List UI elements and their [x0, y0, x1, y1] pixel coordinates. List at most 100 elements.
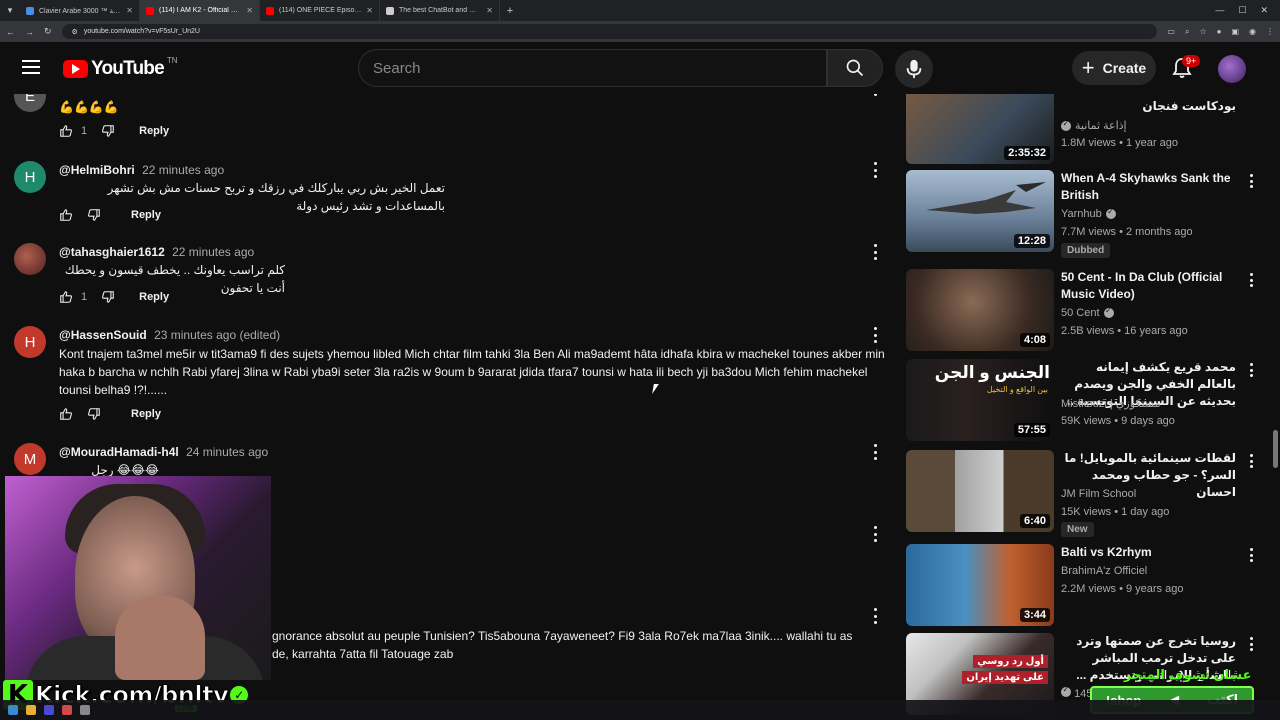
video-thumbnail[interactable]: الجنس و الجن بين الواقع و التخيل 57:55	[906, 359, 1054, 441]
comment-avatar[interactable]: E	[14, 94, 46, 112]
browser-tab-0[interactable]: Clavier Arabe 3000 ™ لوحة المفاتيح العرب…	[20, 0, 140, 21]
comment-more-icon[interactable]	[872, 608, 878, 624]
extensions-puzzle-icon[interactable]: ▣	[1231, 27, 1239, 37]
video-thumbnail[interactable]: 6:40	[906, 450, 1054, 532]
dislike-button[interactable]	[101, 124, 115, 138]
comment-author[interactable]: @HelmiBohri	[59, 163, 135, 177]
browser-menu-icon[interactable]: ⋮	[1266, 27, 1274, 37]
video-title[interactable]: Balti vs K2rhym	[1061, 544, 1236, 561]
create-button[interactable]: + Create	[1072, 51, 1156, 85]
video-title[interactable]: 50 Cent - In Da Club (Official Music Vid…	[1061, 269, 1236, 303]
video-more-icon[interactable]	[1248, 174, 1254, 188]
comment-more-icon[interactable]	[872, 444, 878, 460]
voice-search-button[interactable]	[895, 50, 933, 88]
browser-tab-2[interactable]: (114) ONE PIECE Episode 1070 ... ✕	[260, 0, 380, 21]
comment-more-icon[interactable]	[872, 526, 878, 542]
comment-timestamp[interactable]: 22 minutes ago	[172, 245, 254, 259]
comment-timestamp[interactable]: 23 minutes ago (edited)	[154, 328, 280, 342]
youtube-logo[interactable]: YouTube TN	[63, 56, 178, 80]
new-tab-button[interactable]: +	[500, 5, 520, 17]
site-info-icon[interactable]: ⚙	[72, 28, 78, 36]
video-thumbnail[interactable]: 4:08	[906, 269, 1054, 351]
search-input[interactable]: Search	[358, 49, 827, 87]
comment-more-icon[interactable]	[872, 327, 878, 343]
close-tab-icon[interactable]: ✕	[246, 6, 253, 15]
video-more-icon[interactable]	[1248, 363, 1254, 377]
comment-author[interactable]: @MouradHamadi-h4l	[59, 445, 179, 459]
browser-tab-1[interactable]: (114) I AM K2 - Official Movie | ... ✕	[140, 0, 260, 21]
search-button[interactable]	[827, 49, 883, 87]
address-bar[interactable]: ⚙ youtube.com/watch?v=vF5sUr_Un2U	[61, 24, 1158, 39]
channel-name[interactable]: Yarnhub	[1061, 207, 1116, 220]
video-thumbnail[interactable]: 12:28	[906, 170, 1054, 252]
comment-more-icon[interactable]	[872, 94, 878, 96]
video-thumbnail[interactable]: 3:44	[906, 544, 1054, 626]
comment-avatar[interactable]: H	[14, 161, 46, 193]
comment-more-icon[interactable]	[872, 162, 878, 178]
zoom-icon[interactable]: ⌕	[1185, 27, 1189, 37]
reply-button[interactable]: Reply	[131, 408, 161, 420]
back-icon[interactable]: ←	[6, 27, 15, 37]
recommended-video[interactable]: 4:08 50 Cent - In Da Club (Official Musi…	[906, 269, 1266, 351]
extension-icon[interactable]: ●	[1217, 27, 1222, 37]
comment-avatar[interactable]: M	[14, 443, 46, 475]
video-more-icon[interactable]	[1248, 454, 1254, 468]
bookmark-star-icon[interactable]: ☆	[1199, 27, 1206, 37]
comment-timestamp[interactable]: 22 minutes ago	[142, 163, 224, 177]
forward-icon[interactable]: →	[25, 27, 34, 37]
dislike-button[interactable]	[101, 290, 115, 304]
channel-name[interactable]: BrahimA'z Officiel	[1061, 565, 1147, 577]
reply-button[interactable]: Reply	[139, 125, 169, 137]
channel-name[interactable]: إذاعة ثمانية	[1061, 119, 1127, 132]
maximize-icon[interactable]: ☐	[1238, 5, 1246, 16]
recommended-video[interactable]: 12:28 When A-4 Skyhawks Sank the British…	[906, 170, 1266, 258]
video-more-icon[interactable]	[1248, 273, 1254, 287]
video-thumbnail[interactable]: 2:35:32	[906, 94, 1054, 164]
minimize-icon[interactable]: —	[1215, 5, 1224, 16]
toolbar-icons: ▭ ⌕ ☆ ● ▣ ◉ ⋮	[1167, 27, 1274, 37]
video-duration: 4:08	[1019, 333, 1050, 347]
reply-button[interactable]: Reply	[139, 291, 169, 303]
comment-author[interactable]: @tahasghaier1612	[59, 245, 165, 259]
tab-search-icon[interactable]: ▾	[0, 0, 20, 21]
video-title[interactable]: بودكاست فنجان	[1061, 98, 1236, 115]
browser-tab-3[interactable]: The best ChatBot and Widgets ... ✕	[380, 0, 500, 21]
like-button[interactable]	[59, 208, 73, 222]
video-more-icon[interactable]	[1248, 548, 1254, 562]
thumbs-down-icon	[102, 291, 114, 303]
close-tab-icon[interactable]: ✕	[366, 6, 373, 15]
channel-name[interactable]: 50 Cent	[1061, 306, 1114, 319]
close-tab-icon[interactable]: ✕	[486, 6, 493, 15]
recommended-video[interactable]: 3:44 Balti vs K2rhym BrahimA'z Officiel …	[906, 544, 1266, 626]
comment-timestamp[interactable]: 24 minutes ago	[186, 445, 268, 459]
video-thumbnail[interactable]: أول رد روسي على تهديد إيران	[906, 633, 1054, 715]
recommended-video[interactable]: 6:40 لقطات سينمائية بالموبايل! ما السر؟ …	[906, 450, 1266, 537]
like-button[interactable]	[59, 124, 73, 138]
dislike-button[interactable]	[87, 208, 101, 222]
reply-button[interactable]: Reply	[131, 209, 161, 221]
dislike-button[interactable]	[87, 407, 101, 421]
comment-avatar[interactable]: H	[14, 326, 46, 358]
video-more-icon[interactable]	[1248, 637, 1254, 651]
page-scrollbar[interactable]	[1273, 430, 1278, 468]
comment-more-icon[interactable]	[872, 244, 878, 260]
thumbs-down-icon	[88, 408, 100, 420]
profile-icon[interactable]: ◉	[1249, 27, 1256, 37]
close-tab-icon[interactable]: ✕	[126, 6, 133, 15]
channel-name[interactable]: Mistkouzi | مستكوزي	[1061, 397, 1161, 410]
close-window-icon[interactable]: ✕	[1260, 5, 1268, 16]
recommended-video[interactable]: الجنس و الجن بين الواقع و التخيل 57:55 م…	[906, 359, 1266, 441]
like-button[interactable]	[59, 290, 73, 304]
video-title[interactable]: When A-4 Skyhawks Sank the British	[1061, 170, 1236, 204]
channel-name[interactable]: JM Film School	[1061, 488, 1136, 500]
comment-avatar[interactable]	[14, 243, 46, 275]
reload-icon[interactable]: ↻	[44, 26, 52, 37]
thumbs-up-icon	[60, 408, 72, 420]
recommended-video[interactable]: 2:35:32 بودكاست فنجان إذاعة ثمانية 1.8M …	[906, 94, 1266, 164]
like-button[interactable]	[59, 407, 73, 421]
cast-icon[interactable]: ▭	[1167, 27, 1175, 37]
account-avatar[interactable]	[1218, 55, 1246, 83]
menu-icon[interactable]	[22, 60, 40, 74]
recommendations-sidebar: 2:35:32 بودكاست فنجان إذاعة ثمانية 1.8M …	[906, 94, 1280, 720]
comment-author[interactable]: @HassenSouid	[59, 328, 147, 342]
